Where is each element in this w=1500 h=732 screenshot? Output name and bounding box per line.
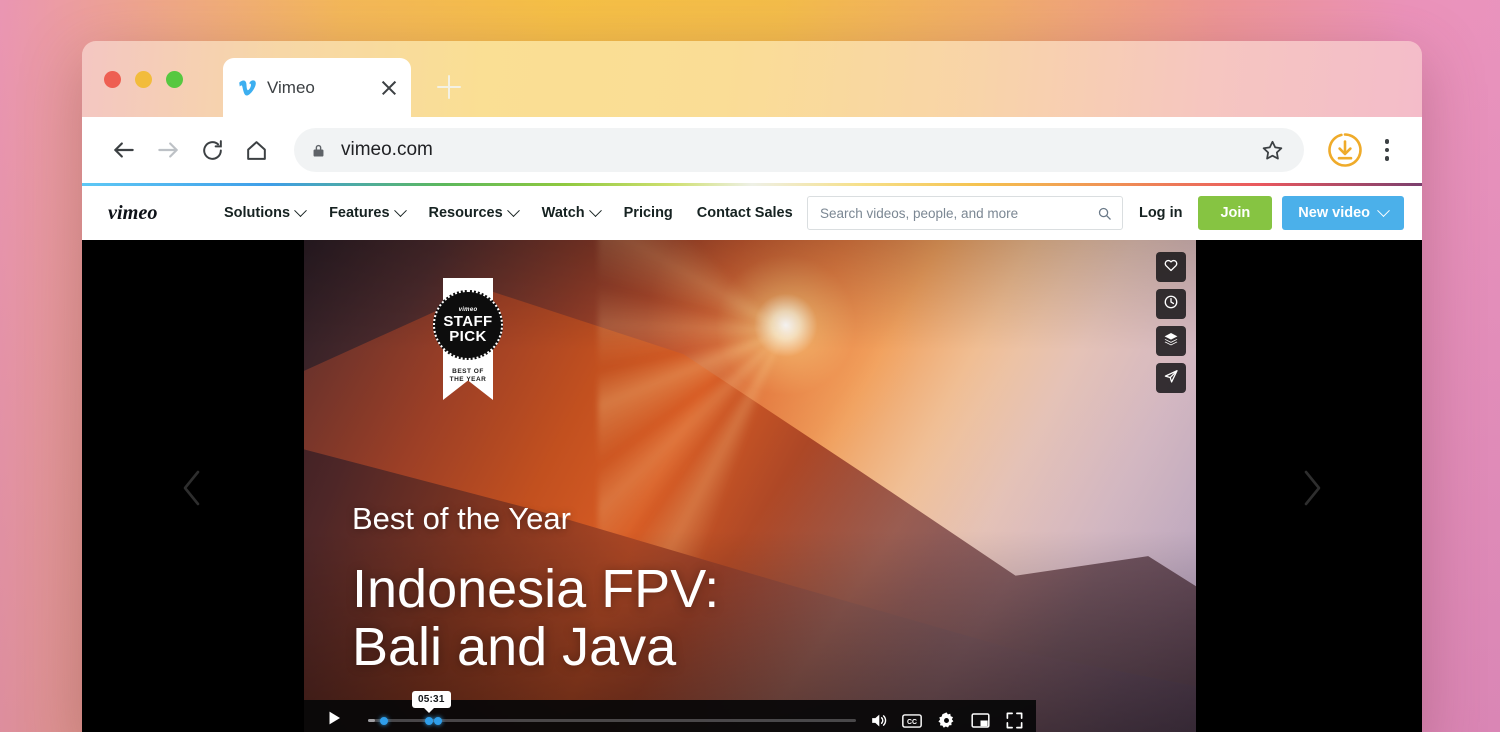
window-minimize-button[interactable] [135, 71, 152, 88]
badge-brand: vimeo [458, 306, 478, 313]
clock-icon [1163, 294, 1179, 315]
paper-plane-icon [1163, 368, 1179, 389]
nav-item-features[interactable]: Features [317, 203, 416, 221]
browser-tab-strip: Vimeo [82, 41, 1422, 117]
badge-sub-line-1: BEST OF [452, 368, 484, 375]
share-button[interactable] [1156, 363, 1186, 393]
gear-icon[interactable] [936, 711, 956, 731]
nav-item-solutions-label: Solutions [224, 205, 291, 221]
nav-item-resources[interactable]: Resources [417, 203, 530, 221]
vimeo-v-icon [235, 77, 257, 99]
chevron-left-icon [176, 466, 210, 515]
chevron-down-icon [1377, 203, 1390, 217]
nav-item-features-label: Features [329, 205, 390, 221]
lock-icon [310, 142, 327, 159]
login-link[interactable]: Log in [1123, 205, 1199, 221]
new-tab-button[interactable] [435, 73, 463, 101]
badge-circle: vimeo STAFF PICK [433, 290, 503, 360]
kebab-menu-icon[interactable] [1370, 129, 1404, 171]
search-icon[interactable] [1097, 206, 1112, 221]
hero-eyebrow: Best of the Year [352, 501, 571, 536]
timeline-marker[interactable] [379, 716, 388, 725]
reload-icon[interactable] [192, 130, 232, 170]
forward-arrow-icon [148, 130, 188, 170]
browser-toolbar: vimeo.com [82, 117, 1422, 183]
vimeo-navbar: vimeo Solutions Features Resources Watch [82, 186, 1422, 240]
fullscreen-icon[interactable] [1004, 711, 1024, 731]
window-traffic-lights [104, 71, 183, 88]
time-tooltip: 05:31 [412, 690, 451, 713]
nav-item-watch-label: Watch [541, 205, 585, 221]
layers-icon [1163, 331, 1179, 352]
watch-later-button[interactable] [1156, 289, 1186, 319]
nav-item-solutions[interactable]: Solutions [212, 203, 317, 221]
address-bar-url: vimeo.com [341, 139, 433, 160]
timeline-marker[interactable] [424, 716, 433, 725]
carousel-next-button[interactable] [1200, 240, 1422, 732]
back-arrow-icon[interactable] [104, 130, 144, 170]
badge-line-2: PICK [449, 327, 487, 345]
video-player-controls: 05:31 CC [304, 690, 1036, 732]
join-button[interactable]: Join [1198, 196, 1273, 230]
svg-text:vimeo: vimeo [108, 202, 157, 224]
badge-sub-line-2: THE YEAR [449, 376, 487, 383]
nav-item-resources-label: Resources [428, 205, 503, 221]
chevron-down-icon [588, 203, 602, 217]
address-bar[interactable]: vimeo.com [294, 128, 1304, 172]
search-input[interactable] [817, 204, 1097, 222]
chevron-down-icon [294, 203, 307, 217]
play-button[interactable] [322, 709, 346, 732]
pip-icon[interactable] [970, 711, 990, 731]
nav-item-pricing-label: Pricing [623, 205, 673, 221]
window-maximize-button[interactable] [166, 71, 183, 88]
star-icon[interactable] [1260, 138, 1288, 163]
timeline-marker[interactable] [433, 716, 442, 725]
new-video-button[interactable]: New video [1282, 196, 1404, 230]
nav-item-pricing[interactable]: Pricing [612, 205, 685, 221]
nav-item-watch[interactable]: Watch [530, 203, 612, 221]
badge-line-1: STAFF [443, 312, 493, 330]
new-video-label: New video [1298, 205, 1370, 221]
nav-item-contact-sales[interactable]: Contact Sales [685, 205, 805, 221]
play-icon [325, 709, 343, 732]
heart-icon [1163, 257, 1179, 278]
search-box[interactable] [806, 196, 1123, 230]
svg-text:CC: CC [907, 718, 917, 725]
desktop-backdrop: Vimeo vimeo.com vimeo Solutions Features… [0, 0, 1500, 732]
chevron-down-icon [393, 203, 407, 217]
hero-video-stage[interactable]: vimeo STAFF PICK BEST OF THE YEAR Best o… [304, 240, 1196, 732]
hero-carousel: vimeo STAFF PICK BEST OF THE YEAR Best o… [82, 240, 1422, 732]
vimeo-wordmark-logo[interactable]: vimeo [108, 200, 196, 226]
cc-icon[interactable]: CC [902, 711, 922, 731]
progress-bar[interactable]: 05:31 [368, 690, 856, 730]
chevron-right-icon [1294, 466, 1328, 515]
browser-tab-title: Vimeo [267, 77, 315, 97]
progress-buffer [368, 719, 376, 722]
carousel-prev-button[interactable] [82, 240, 304, 732]
volume-icon[interactable] [868, 711, 888, 731]
window-close-button[interactable] [104, 71, 121, 88]
video-action-rail [1156, 252, 1186, 393]
browser-tab-vimeo[interactable]: Vimeo [223, 58, 411, 117]
close-icon[interactable] [379, 78, 399, 98]
hero-title: Indonesia FPV: Bali and Java [352, 559, 720, 677]
collections-button[interactable] [1156, 326, 1186, 356]
browser-window: Vimeo vimeo.com vimeo Solutions Features… [82, 41, 1422, 732]
home-icon[interactable] [236, 130, 276, 170]
chevron-down-icon [506, 203, 520, 217]
nav-item-contact-sales-label: Contact Sales [696, 205, 793, 221]
staff-pick-badge: vimeo STAFF PICK BEST OF THE YEAR [433, 278, 503, 400]
vimeo-page: vimeo Solutions Features Resources Watch [82, 183, 1422, 732]
like-button[interactable] [1156, 252, 1186, 282]
player-right-controls: CC [868, 711, 1024, 731]
download-progress-icon[interactable] [1324, 129, 1366, 171]
badge-subtitle: BEST OF THE YEAR [433, 368, 503, 384]
